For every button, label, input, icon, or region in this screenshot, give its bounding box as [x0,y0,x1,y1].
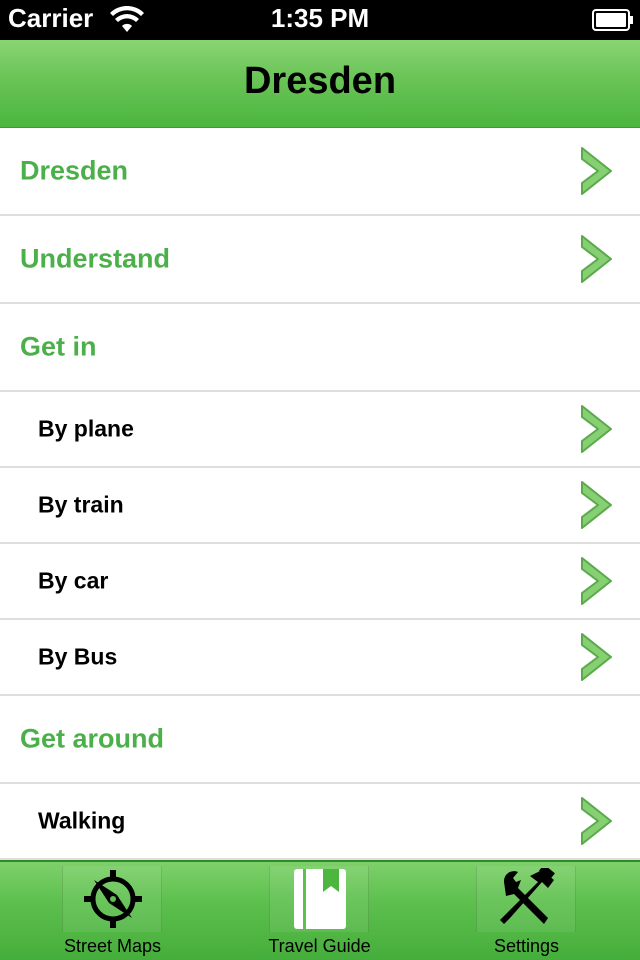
section-header-get-in: Get in [0,304,640,392]
chevron-right-icon [581,633,612,681]
chevron-right-icon [581,481,612,529]
list-item-label: By plane [38,415,134,442]
list-item-by-bus[interactable]: By Bus [0,620,640,696]
tab-bar: Street Maps Travel Guide Settings [0,860,640,960]
list-item-label: By car [38,567,109,594]
chevron-right-icon [581,557,612,605]
compass-icon [84,870,142,928]
list-item-label: By Bus [38,643,118,670]
chevron-right-icon [581,797,612,845]
tab-label: Street Maps [63,936,162,956]
status-bar: Carrier 1:35 PM [0,0,640,40]
list-item-label: By train [38,491,124,518]
chevron-right-icon [581,235,612,283]
list-item-understand[interactable]: Understand [0,216,640,304]
list-item-by-plane[interactable]: By plane [0,392,640,468]
chevron-right-icon [581,405,612,453]
list-item-walking[interactable]: Walking [0,784,640,860]
status-time: 1:35 PM [270,3,370,33]
chevron-right-icon [581,147,612,195]
tab-label: Travel Guide [268,936,371,956]
list-item-by-car[interactable]: By car [0,544,640,620]
carrier-label: Carrier [8,3,94,33]
section-header-get-around: Get around [0,696,640,784]
tab-label: Settings [493,936,560,956]
tab-settings[interactable]: Settings [420,862,633,960]
section-header-label: Get around [20,723,165,754]
list-item-label: Understand [20,243,171,274]
list-item-label: Walking [38,807,126,834]
tab-street-maps[interactable]: Street Maps [6,862,219,960]
list-item-label: Dresden [20,155,129,186]
tools-icon [500,868,555,924]
page-title: Dresden [243,60,397,102]
navigation-bar: Dresden [0,40,640,128]
tab-travel-guide[interactable]: Travel Guide [213,862,426,960]
section-header-label: Get in [20,331,97,362]
wifi-icon [110,6,144,32]
battery-icon [592,9,633,31]
list-item-by-train[interactable]: By train [0,468,640,544]
list-item-dresden[interactable]: Dresden [0,128,640,216]
book-icon [294,869,346,929]
guide-section-list[interactable]: Dresden Understand Get in By plane By tr… [0,128,640,860]
